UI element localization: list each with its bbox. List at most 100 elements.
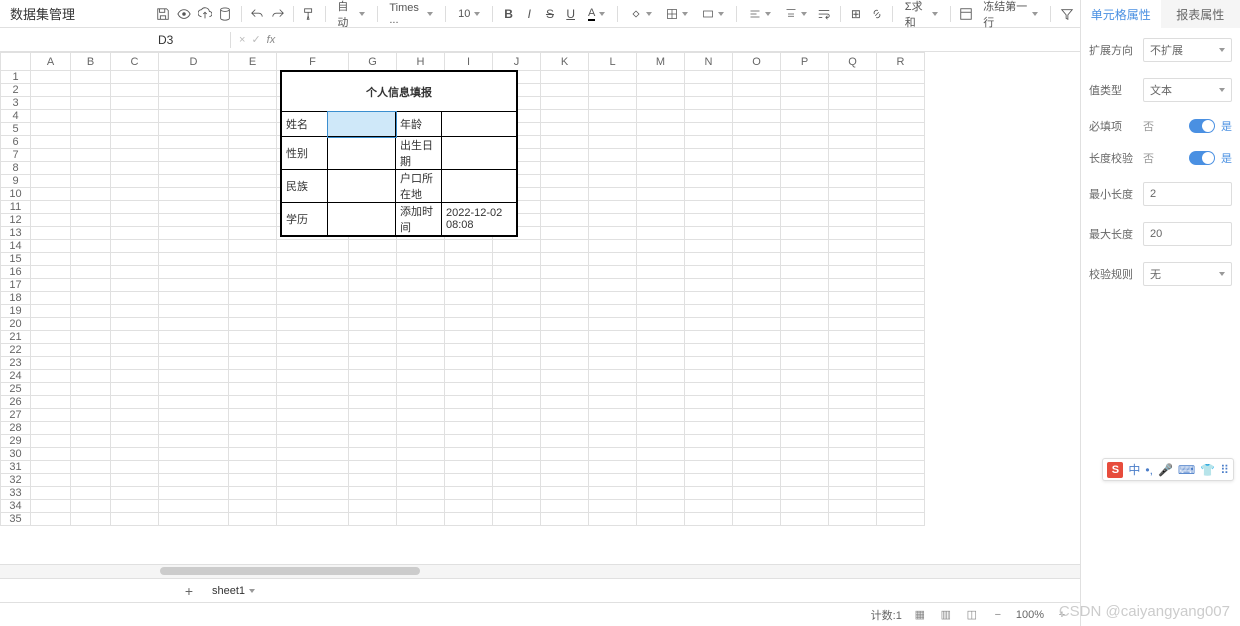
cell[interactable]	[229, 487, 277, 500]
cell[interactable]	[277, 279, 349, 292]
cell[interactable]	[541, 305, 589, 318]
cell[interactable]	[493, 435, 541, 448]
cell[interactable]	[71, 266, 111, 279]
cell[interactable]	[637, 253, 685, 266]
cell[interactable]	[877, 292, 925, 305]
filter-icon[interactable]	[1057, 3, 1076, 25]
cell[interactable]	[541, 97, 589, 110]
cell[interactable]	[229, 513, 277, 526]
row-header[interactable]: 29	[1, 435, 31, 448]
cell[interactable]	[229, 162, 277, 175]
cell[interactable]	[781, 136, 829, 149]
cell[interactable]	[277, 253, 349, 266]
cell[interactable]	[733, 123, 781, 136]
cell[interactable]	[589, 292, 637, 305]
cell[interactable]	[229, 474, 277, 487]
cell[interactable]	[541, 461, 589, 474]
cell[interactable]	[733, 292, 781, 305]
cell[interactable]	[781, 175, 829, 188]
cell[interactable]	[229, 175, 277, 188]
cell[interactable]	[541, 513, 589, 526]
cell[interactable]	[71, 474, 111, 487]
cell[interactable]	[829, 97, 877, 110]
cell[interactable]	[877, 240, 925, 253]
row-header[interactable]: 24	[1, 370, 31, 383]
cell[interactable]	[541, 201, 589, 214]
cell[interactable]	[733, 175, 781, 188]
cell[interactable]	[111, 240, 159, 253]
row-header[interactable]: 15	[1, 253, 31, 266]
ime-voice-icon[interactable]: 🎤	[1158, 463, 1173, 477]
expand-select[interactable]: 不扩展	[1143, 38, 1232, 62]
cell[interactable]	[229, 188, 277, 201]
cell[interactable]	[71, 500, 111, 513]
cell[interactable]	[781, 214, 829, 227]
fill-color-dropdown[interactable]	[624, 3, 658, 25]
cell[interactable]	[541, 214, 589, 227]
cell[interactable]	[229, 500, 277, 513]
input-hukou[interactable]	[442, 170, 517, 203]
cell[interactable]	[159, 318, 229, 331]
row-header[interactable]: 3	[1, 97, 31, 110]
cell[interactable]	[277, 383, 349, 396]
zoom-in-icon[interactable]: +	[1054, 607, 1070, 623]
cell[interactable]	[159, 461, 229, 474]
cell[interactable]	[31, 214, 71, 227]
cell[interactable]	[111, 175, 159, 188]
cell[interactable]	[397, 266, 445, 279]
input-name[interactable]	[328, 112, 396, 137]
row-header[interactable]: 34	[1, 500, 31, 513]
cell[interactable]	[111, 253, 159, 266]
cell[interactable]	[349, 370, 397, 383]
cell[interactable]	[733, 422, 781, 435]
redo-icon[interactable]	[268, 3, 287, 25]
row-header[interactable]: 28	[1, 422, 31, 435]
cell[interactable]	[733, 396, 781, 409]
cell[interactable]	[159, 448, 229, 461]
cell[interactable]	[111, 435, 159, 448]
cell[interactable]	[159, 162, 229, 175]
cell[interactable]	[445, 513, 493, 526]
cell[interactable]	[733, 227, 781, 240]
cell[interactable]	[589, 266, 637, 279]
cell[interactable]	[71, 344, 111, 357]
maxlen-input[interactable]: 20	[1143, 222, 1232, 246]
add-sheet-button[interactable]: +	[180, 582, 198, 600]
cell[interactable]	[111, 162, 159, 175]
cell[interactable]	[31, 500, 71, 513]
cell[interactable]	[541, 279, 589, 292]
cell[interactable]	[877, 123, 925, 136]
ime-keyboard-icon[interactable]: ⌨	[1178, 463, 1195, 477]
cell[interactable]	[589, 227, 637, 240]
cell[interactable]	[829, 201, 877, 214]
cell[interactable]	[159, 370, 229, 383]
cell[interactable]	[733, 149, 781, 162]
cell[interactable]	[877, 474, 925, 487]
cell[interactable]	[445, 331, 493, 344]
row-header[interactable]: 13	[1, 227, 31, 240]
cell[interactable]	[71, 201, 111, 214]
cell[interactable]	[781, 110, 829, 123]
cell[interactable]	[31, 266, 71, 279]
cell[interactable]	[71, 357, 111, 370]
cell[interactable]	[31, 409, 71, 422]
halign-dropdown[interactable]	[743, 3, 777, 25]
cell[interactable]	[71, 422, 111, 435]
cell[interactable]	[637, 487, 685, 500]
cell[interactable]	[229, 110, 277, 123]
cell[interactable]	[541, 253, 589, 266]
spreadsheet-grid[interactable]: ABCDEFGHIJKLMNOPQR1234567891011121314151…	[0, 52, 1080, 564]
cell[interactable]	[637, 201, 685, 214]
cell[interactable]	[637, 383, 685, 396]
cell[interactable]	[541, 123, 589, 136]
cell[interactable]	[71, 227, 111, 240]
cell[interactable]	[445, 266, 493, 279]
cell[interactable]	[781, 357, 829, 370]
cell[interactable]	[637, 71, 685, 84]
cell[interactable]	[781, 435, 829, 448]
cell[interactable]	[277, 500, 349, 513]
cell[interactable]	[229, 409, 277, 422]
cell[interactable]	[781, 84, 829, 97]
cell[interactable]	[31, 305, 71, 318]
cell[interactable]	[733, 201, 781, 214]
